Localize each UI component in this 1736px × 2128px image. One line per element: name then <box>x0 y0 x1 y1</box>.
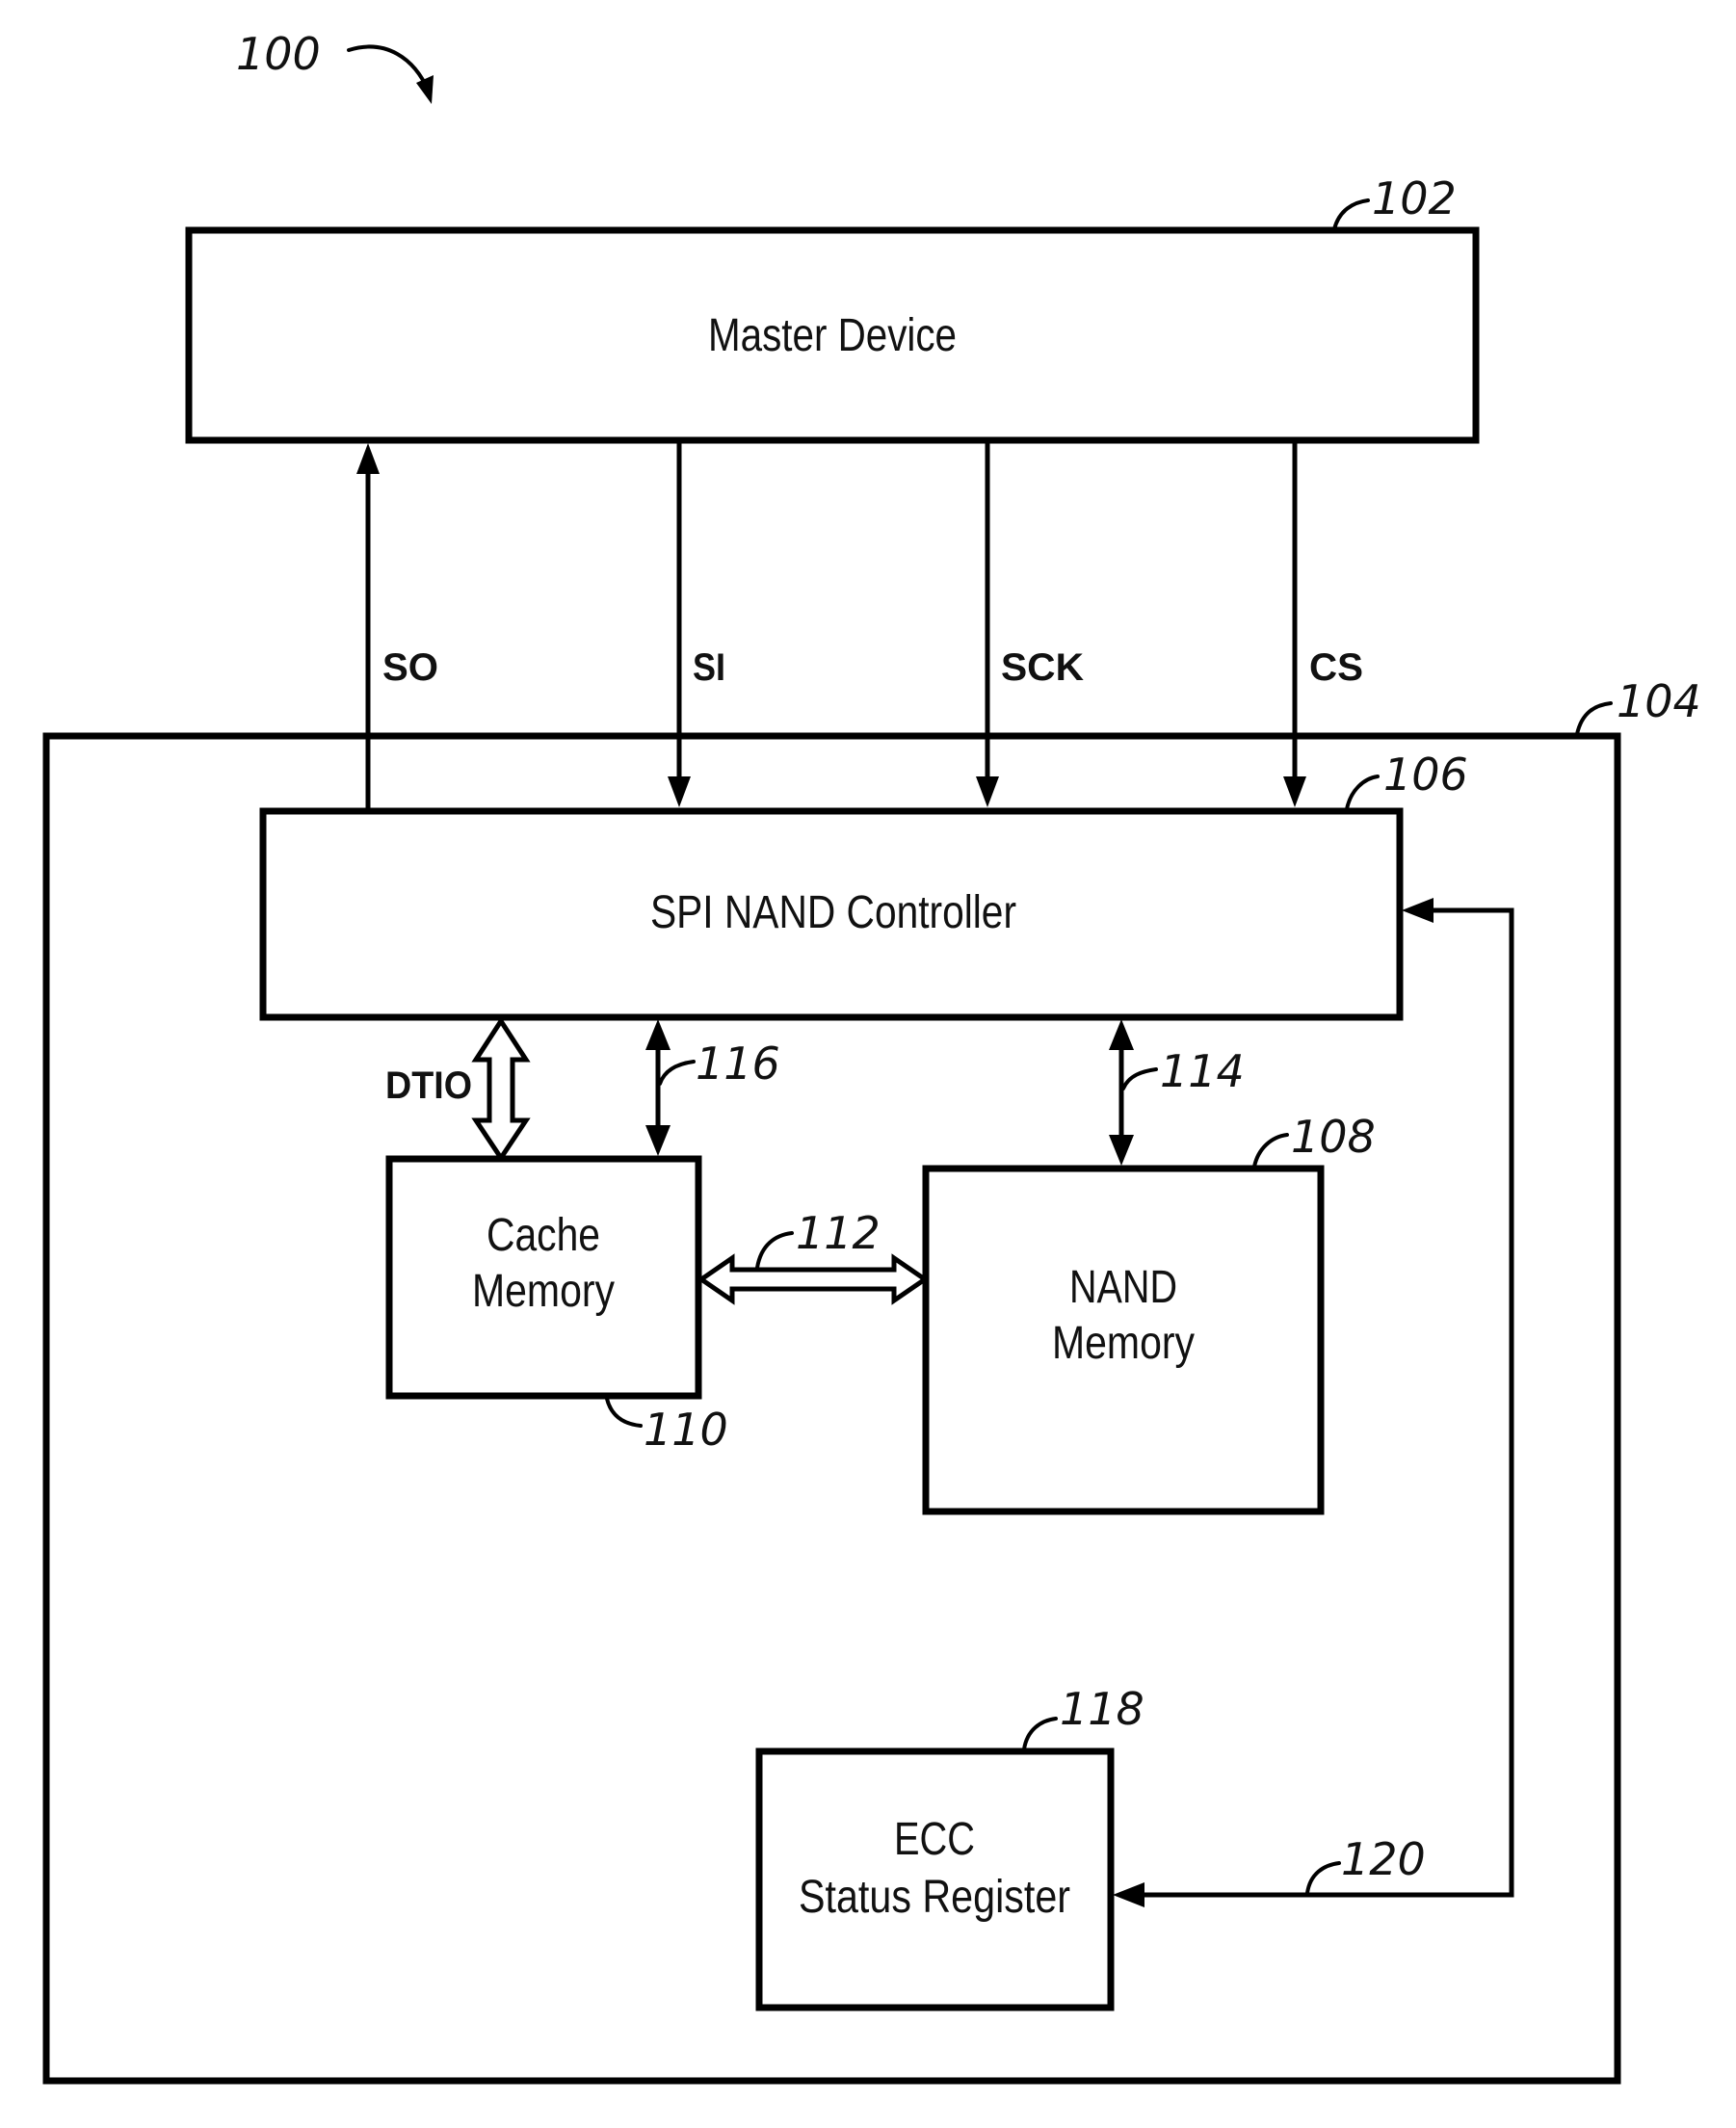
nand-memory-label-line1: NAND <box>1069 1262 1177 1313</box>
cache-ref-number: 110 <box>644 1404 728 1456</box>
figure-reference: 100 <box>236 28 434 104</box>
dtio-label: DTIO <box>385 1064 472 1107</box>
device-ref-leader <box>1575 701 1613 736</box>
ecc-label-line1: ECC <box>894 1814 975 1865</box>
master-device-label: Master Device <box>708 310 957 361</box>
nand-memory-block: NAND Memory 108 <box>922 1111 1376 1515</box>
sck-label: SCK <box>1001 646 1084 689</box>
device-ref-number: 104 <box>1617 675 1701 727</box>
so-arrowhead-icon <box>356 443 380 474</box>
cache-nand-ref-number: 112 <box>796 1207 881 1259</box>
nand-ref-number: 108 <box>1291 1111 1376 1163</box>
controller-label: SPI NAND Controller <box>650 887 1016 938</box>
master-ref-leader <box>1332 198 1370 231</box>
cache-memory-label-line1: Cache <box>487 1210 600 1261</box>
cs-label: CS <box>1309 646 1363 689</box>
controller-cache-ref-number: 116 <box>696 1038 780 1090</box>
ecc-label-line2: Status Register <box>799 1872 1070 1923</box>
master-device-block: Master Device 102 <box>185 172 1480 444</box>
ecc-feedback-ref-number: 120 <box>1341 1833 1426 1885</box>
controller-ref-number: 106 <box>1383 749 1468 801</box>
ecc-ref-number: 118 <box>1060 1683 1144 1735</box>
figure-pointer-arrowhead-icon <box>416 75 434 104</box>
block-diagram: 100 Master Device 102 104 SO SI SCK CS S… <box>42 28 1701 2085</box>
controller-nand-ref-number: 114 <box>1160 1045 1245 1097</box>
si-label: SI <box>693 646 725 689</box>
master-ref-number: 102 <box>1372 172 1457 224</box>
figure-pointer-line <box>347 44 431 93</box>
so-label: SO <box>382 646 438 689</box>
figure-number: 100 <box>236 28 321 80</box>
cache-memory-label-line2: Memory <box>472 1266 615 1317</box>
nand-memory-label-line2: Memory <box>1052 1318 1195 1369</box>
